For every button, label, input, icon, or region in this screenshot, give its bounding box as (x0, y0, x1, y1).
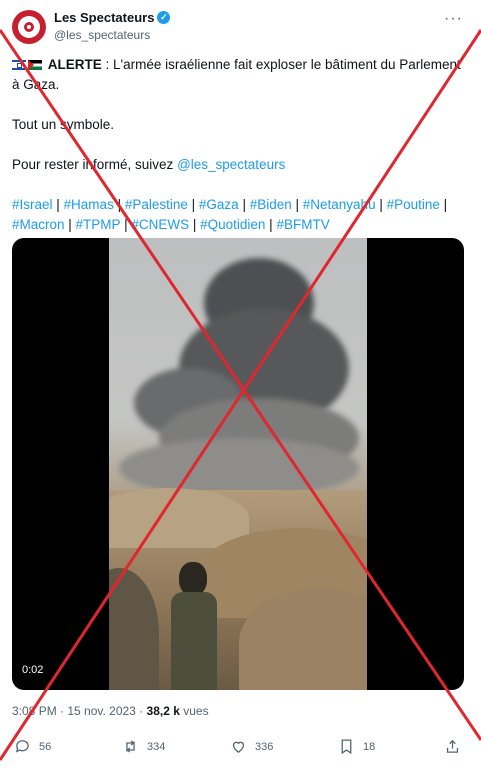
person-body (171, 592, 217, 690)
alert-label: ALERTE (47, 57, 102, 72)
hashtag-link[interactable]: #Gaza (199, 197, 239, 212)
hashtag-link[interactable]: #Biden (250, 197, 292, 212)
tweet-header: Les Spectateurs ✓ @les_spectateurs ··· (12, 10, 469, 46)
reply-count: 56 (39, 740, 52, 753)
views-label: vues (179, 704, 209, 718)
author-block[interactable]: Les Spectateurs ✓ @les_spectateurs (54, 10, 171, 42)
hashtag-separator: | (187, 197, 199, 212)
hashtag-link[interactable]: #Poutine (387, 197, 440, 212)
hashtag-link[interactable]: #Netanyahu (303, 197, 376, 212)
tweet-meta: 3:08 PM · 15 nov. 2023 · 38,2 k vues (12, 704, 209, 718)
more-options-icon[interactable]: ··· (444, 10, 463, 28)
bookmark-button[interactable]: 18 (338, 738, 375, 755)
like-button[interactable]: 336 (230, 738, 273, 755)
heart-icon (232, 741, 245, 753)
hashtag-separator: | (439, 197, 448, 212)
action-bar: 56 334 336 18 (0, 738, 481, 764)
hashtag-link[interactable]: #Israel (12, 197, 53, 212)
repost-icon (126, 740, 135, 753)
display-name-text: Les Spectateurs (54, 10, 155, 25)
bookmark-icon (341, 739, 352, 755)
palestine-flag-icon (28, 60, 42, 70)
hashtag-link[interactable]: #Macron (12, 217, 65, 232)
post-time[interactable]: 3:08 PM · 15 nov. 2023 · (12, 704, 147, 718)
symbol-paragraph: Tout un symbole. (12, 117, 115, 132)
verified-badge-icon: ✓ (157, 11, 171, 24)
israel-flag-icon (12, 60, 26, 70)
hashtag-separator: | (52, 197, 64, 212)
hashtag-separator: | (238, 197, 250, 212)
video-frame[interactable] (109, 238, 367, 690)
person-silhouette (171, 562, 217, 690)
share-button[interactable] (444, 738, 461, 755)
hashtag-separator: | (291, 197, 303, 212)
hashtag-separator: | (64, 217, 76, 232)
hashtag-link[interactable]: #Quotidien (200, 217, 265, 232)
hashtag-separator: | (375, 197, 387, 212)
hashtag-separator: | (113, 197, 125, 212)
hashtag-link[interactable]: #BFMTV (276, 217, 329, 232)
tweet-card: Les Spectateurs ✓ @les_spectateurs ··· A… (0, 0, 481, 770)
follow-paragraph: Pour rester informé, suivez @les_spectat… (12, 155, 467, 175)
video-player[interactable]: 0:02 (12, 238, 464, 690)
author-handle[interactable]: @les_spectateurs (54, 28, 170, 42)
follow-text: Pour rester informé, suivez (12, 157, 178, 172)
share-icon (446, 739, 459, 753)
bookmark-count: 18 (363, 740, 376, 753)
hashtag-separator: | (265, 217, 277, 232)
repost-count: 334 (147, 740, 166, 753)
like-count: 336 (255, 740, 274, 753)
reply-button[interactable]: 56 (14, 738, 51, 755)
mention-link[interactable]: @les_spectateurs (177, 157, 285, 172)
repost-button[interactable]: 334 (122, 738, 165, 755)
hashtag-link[interactable]: #TPMP (76, 217, 121, 232)
display-name[interactable]: Les Spectateurs ✓ (54, 10, 171, 25)
alert-paragraph: ALERTE : L'armée israélienne fait explos… (12, 55, 467, 95)
hashtag-separator: | (189, 217, 201, 232)
reply-icon (15, 740, 29, 753)
hashtags-paragraph: #Israel | #Hamas | #Palestine | #Gaza | … (12, 195, 467, 235)
hashtag-link[interactable]: #Palestine (125, 197, 188, 212)
person-head (179, 562, 207, 596)
hashtag-link[interactable]: #Hamas (64, 197, 114, 212)
tweet-text: ALERTE : L'armée israélienne fait explos… (12, 55, 467, 255)
eye-logo-icon (18, 16, 40, 38)
video-elapsed: 0:02 (22, 664, 44, 676)
avatar[interactable] (12, 10, 46, 44)
hashtag-separator: | (120, 217, 132, 232)
hashtag-link[interactable]: #CNEWS (131, 217, 189, 232)
views-count: 38,2 k (146, 704, 180, 718)
debris-mound (109, 488, 249, 548)
